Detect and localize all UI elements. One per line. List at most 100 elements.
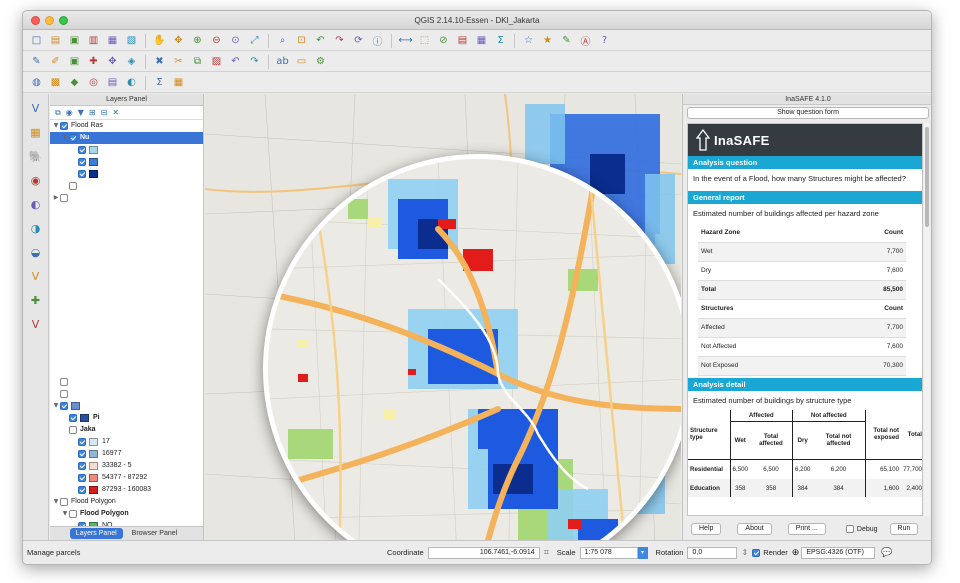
layer-tree-row[interactable]: 33382 - 5 bbox=[50, 460, 204, 472]
collapse-arrow-icon[interactable]: ▼ bbox=[52, 400, 60, 412]
layer-visibility-checkbox[interactable] bbox=[78, 146, 86, 154]
collapse-arrow-icon[interactable]: ▼ bbox=[52, 496, 60, 508]
about-button[interactable]: About bbox=[737, 523, 772, 535]
zoom-next-icon[interactable]: ↷ bbox=[332, 33, 347, 48]
delete-selected-icon[interactable]: ✖ bbox=[152, 54, 167, 69]
collapse-arrow-icon[interactable]: ▼ bbox=[52, 120, 60, 132]
layer-visibility-checkbox[interactable] bbox=[60, 378, 68, 386]
layer-tree-row[interactable]: ▶ bbox=[50, 192, 203, 204]
print-icon[interactable]: ▦ bbox=[171, 75, 186, 90]
new-shapefile-icon[interactable]: ✚ bbox=[27, 292, 44, 309]
maximize-window-button[interactable] bbox=[59, 16, 68, 25]
help-button[interactable]: Help bbox=[691, 523, 722, 535]
rotation-stepper-icon[interactable]: ⇕ bbox=[741, 548, 748, 557]
add-raster-icon[interactable]: ▩ bbox=[48, 75, 63, 90]
layer-tree-row[interactable]: 87293 - 160083 bbox=[50, 484, 204, 496]
add-wms-icon[interactable]: ◐ bbox=[27, 196, 44, 213]
map-canvas[interactable] bbox=[205, 94, 681, 540]
layer-visibility-checkbox[interactable] bbox=[69, 134, 77, 142]
new-project-icon[interactable]: □ bbox=[29, 33, 44, 48]
layer-tree-row[interactable] bbox=[50, 156, 203, 168]
add-spatialite-icon[interactable]: ◉ bbox=[27, 172, 44, 189]
minimize-window-button[interactable] bbox=[45, 16, 54, 25]
layer-visibility-checkbox[interactable] bbox=[78, 486, 86, 494]
remove-layer-icon[interactable]: ✕ bbox=[112, 108, 119, 117]
layer-visibility-checkbox[interactable] bbox=[69, 510, 77, 518]
layer-tree-row[interactable]: ▼ Flood Ras bbox=[50, 120, 203, 132]
add-group-icon[interactable]: ⧉ bbox=[55, 108, 61, 118]
save-as-icon[interactable]: ▥ bbox=[86, 33, 101, 48]
add-postgis-icon[interactable]: 🐘 bbox=[27, 148, 44, 165]
layer-tree-row[interactable] bbox=[50, 180, 203, 192]
current-edits-icon[interactable]: ✎ bbox=[29, 54, 44, 69]
save-project-icon[interactable]: ▣ bbox=[67, 33, 82, 48]
layer-visibility-checkbox[interactable] bbox=[60, 390, 68, 398]
layer-visibility-checkbox[interactable] bbox=[60, 498, 68, 506]
add-wfs-icon[interactable]: ◒ bbox=[27, 244, 44, 261]
deselect-icon[interactable]: ⊘ bbox=[436, 33, 451, 48]
layer-tree-row[interactable] bbox=[50, 376, 204, 388]
layer-visibility-checkbox[interactable] bbox=[69, 426, 77, 434]
layer-visibility-checkbox[interactable] bbox=[60, 122, 68, 130]
add-virtual-layer-icon[interactable]: V bbox=[27, 268, 44, 285]
layer-tree-row[interactable]: Pi bbox=[50, 412, 204, 424]
collapse-arrow-icon[interactable]: ▼ bbox=[61, 508, 69, 520]
label-tool-icon[interactable]: ab bbox=[275, 54, 290, 69]
scale-dropdown-icon[interactable]: ▾ bbox=[637, 546, 648, 559]
layer-visibility-checkbox[interactable] bbox=[78, 450, 86, 458]
tab-browser-panel[interactable]: Browser Panel bbox=[126, 528, 184, 539]
crs-status[interactable]: EPSG:4326 (OTF) bbox=[801, 546, 876, 559]
show-bookmarks-icon[interactable]: ★ bbox=[540, 33, 555, 48]
print-button[interactable]: Print ... bbox=[787, 523, 826, 535]
layer-tree-row[interactable]: Jaka bbox=[50, 424, 204, 436]
add-db-icon[interactable]: ◎ bbox=[86, 75, 101, 90]
coordinate-field[interactable]: 106.7461,-6.0914 bbox=[427, 546, 540, 559]
zoom-full-icon[interactable]: ⤢ bbox=[247, 33, 262, 48]
add-wcs-icon[interactable]: ◑ bbox=[27, 220, 44, 237]
layer-visibility-checkbox[interactable] bbox=[78, 170, 86, 178]
globe-icon[interactable]: ◍ bbox=[29, 75, 44, 90]
tab-layers-panel[interactable]: Layers Panel bbox=[69, 528, 123, 539]
layer-tree-row[interactable]: ▼ Nu bbox=[50, 132, 203, 144]
toggle-editing-icon[interactable]: ✐ bbox=[48, 54, 63, 69]
print-composer-icon[interactable]: ▦ bbox=[105, 33, 120, 48]
measure-icon[interactable]: ⟷ bbox=[398, 33, 413, 48]
add-vector-icon[interactable]: ◆ bbox=[67, 75, 82, 90]
add-feature-icon[interactable]: ✚ bbox=[86, 54, 101, 69]
add-raster-layer-icon[interactable]: ▦ bbox=[27, 124, 44, 141]
zoom-last-icon[interactable]: ↶ bbox=[313, 33, 328, 48]
python-console-icon[interactable]: ⚙ bbox=[313, 54, 328, 69]
layer-visibility-checkbox[interactable] bbox=[78, 438, 86, 446]
identify-icon[interactable]: ⓘ bbox=[370, 33, 385, 48]
new-bookmark-icon[interactable]: ☆ bbox=[521, 33, 536, 48]
zoom-to-selection-icon[interactable]: ⌕ bbox=[275, 33, 290, 48]
select-icon[interactable]: ⬚ bbox=[417, 33, 432, 48]
toggle-extents-icon[interactable]: ⌗ bbox=[544, 547, 549, 558]
layer-visibility-checkbox[interactable] bbox=[78, 462, 86, 470]
layer-tree-row[interactable] bbox=[50, 144, 203, 156]
node-tool-icon[interactable]: ◈ bbox=[124, 54, 139, 69]
layer-tree-row[interactable]: ▼ Flood Polygon bbox=[50, 496, 204, 508]
layer-tree-row[interactable]: ▼ Flood Polygon bbox=[50, 508, 204, 520]
wms-icon[interactable]: ◐ bbox=[124, 75, 139, 90]
scrollbar-thumb[interactable] bbox=[925, 127, 929, 227]
collapse-all-icon[interactable]: ⊟ bbox=[101, 108, 108, 117]
move-feature-icon[interactable]: ✥ bbox=[105, 54, 120, 69]
undo-icon[interactable]: ↶ bbox=[228, 54, 243, 69]
field-calculator-icon[interactable]: ▦ bbox=[474, 33, 489, 48]
layer-tree-row[interactable] bbox=[50, 388, 204, 400]
scale-field[interactable]: 1:75 078 bbox=[579, 546, 638, 559]
csw-icon[interactable]: ▭ bbox=[294, 54, 309, 69]
layer-tree-row[interactable]: 17 bbox=[50, 436, 204, 448]
add-delimited-text-icon[interactable]: V bbox=[27, 316, 44, 333]
collapse-arrow-icon[interactable]: ▼ bbox=[61, 132, 69, 144]
close-window-button[interactable] bbox=[31, 16, 40, 25]
save-edits-icon[interactable]: ▣ bbox=[67, 54, 82, 69]
expand-arrow-icon[interactable]: ▶ bbox=[52, 192, 60, 204]
layer-visibility-checkbox[interactable] bbox=[69, 414, 77, 422]
debug-checkbox[interactable] bbox=[845, 525, 854, 533]
layer-tree-row[interactable]: ▼ bbox=[50, 400, 204, 412]
zoom-in-icon[interactable]: ⊕ bbox=[190, 33, 205, 48]
paste-features-icon[interactable]: ▨ bbox=[209, 54, 224, 69]
copy-features-icon[interactable]: ⧉ bbox=[190, 54, 205, 69]
